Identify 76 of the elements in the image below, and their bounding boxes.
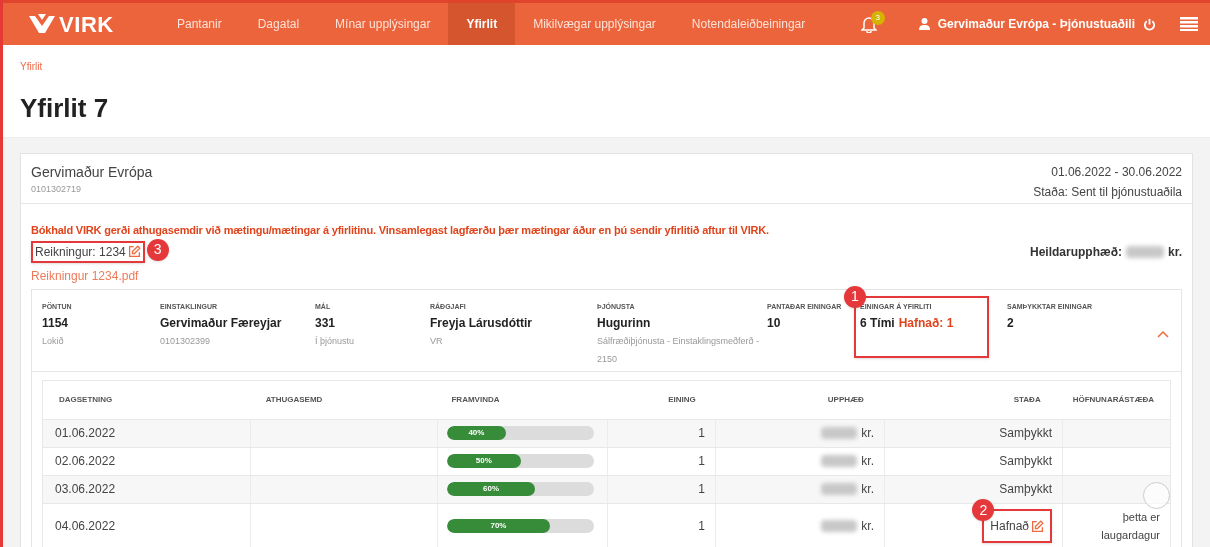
summary-subtext: Sálfræðiþjónusta - Einstaklingsmeðferð - 2150 <box>597 335 761 366</box>
unit-cell-text: 1 <box>698 518 705 535</box>
currency-text: kr. <box>861 518 874 535</box>
menu-icon[interactable] <box>1180 17 1198 31</box>
logo-icon <box>29 14 55 34</box>
nav-tab[interactable]: Pantanir <box>159 3 240 45</box>
annotation-number: 3 <box>146 238 169 261</box>
redacted-amount <box>821 520 858 532</box>
currency-text: kr. <box>861 425 874 442</box>
summary-value: Hugurinn <box>597 316 651 330</box>
currency-text: kr. <box>861 453 874 470</box>
column-header: FRAMVINDA <box>451 394 500 404</box>
summary-subtext: Í þjónustu <box>315 335 356 348</box>
rejected-count: Hafnað: 1 <box>898 316 954 330</box>
date-cell-text: 04.06.2022 <box>55 518 116 535</box>
progress-fill: 70% <box>447 519 550 533</box>
redacted-amount <box>1126 245 1164 258</box>
power-icon[interactable] <box>1143 17 1156 31</box>
period-text: 01.06.2022 - 30.06.2022 <box>1050 164 1182 181</box>
notification-badge: 3 <box>870 10 885 25</box>
redacted-amount <box>821 427 858 439</box>
nav-tab[interactable]: Mínar upplýsingar <box>317 3 449 45</box>
summary-value: 10 <box>767 316 781 330</box>
page-title: Yfirlit 7 <box>20 92 110 125</box>
progress-fill: 40% <box>447 426 506 440</box>
redacted-amount <box>821 483 858 495</box>
redacted-amount <box>821 455 858 467</box>
summary-subtext: VR <box>430 335 444 348</box>
invoice-file-link[interactable]: Reikningur 1234.pdf <box>31 268 139 283</box>
warning-message: Bókhald VIRK gerði athugasemdir við mætingu/mætingar á yfirlitinu. Vinsamlegast lagfærðu þær mætingar áður en þú sendir yfirlitið aftur til VIRK. <box>31 223 770 238</box>
user-icon <box>918 18 930 30</box>
nav-tab[interactable]: Yfirlit <box>448 3 516 45</box>
summary-value: 1154 <box>42 316 69 330</box>
user-menu[interactable]: Gervimaður Evrópa - Þjónustuaðili <box>937 15 1135 33</box>
invoice-number: Reikningur: 1234 <box>35 243 126 261</box>
unit-cell-text: 1 <box>698 453 705 470</box>
status-cell-text: Samþykkt <box>999 453 1052 470</box>
breadcrumb-link[interactable]: Yfirlit <box>20 61 43 72</box>
nav-tab[interactable]: Dagatal <box>239 3 318 45</box>
summary-subtext: 0101302399 <box>160 335 212 348</box>
rejection-reason: þetta er laugardagur <box>1100 510 1160 543</box>
date-cell-text: 01.06.2022 <box>55 425 116 442</box>
total-label: Heildarupphæð: <box>1030 243 1122 261</box>
date-cell-text: 02.06.2022 <box>55 453 116 470</box>
progress-fill: 50% <box>447 454 521 468</box>
column-header: EINING <box>668 394 696 404</box>
unit-cell-text: 1 <box>698 425 705 442</box>
status-text: Staða: Sent til þjónustuaðila <box>1033 184 1182 201</box>
logo-text: VIRK <box>59 10 114 39</box>
column-header: HÖFNUNARÁSTÆÐA <box>1072 394 1154 404</box>
bell-icon[interactable] <box>860 15 877 33</box>
progress-fill: 60% <box>447 482 536 496</box>
status-cell-text: Samþykkt <box>999 425 1052 442</box>
nav-tab[interactable]: Mikilvægar upplýsingar <box>515 3 674 45</box>
column-header: STAÐA <box>1013 394 1041 404</box>
summary-value: 2 <box>1007 316 1014 330</box>
date-cell-text: 03.06.2022 <box>55 481 116 498</box>
total-currency: kr. <box>1168 243 1182 261</box>
edit-icon[interactable] <box>127 245 141 258</box>
chevron-up-icon[interactable] <box>1157 329 1169 338</box>
person-id: 0101302719 <box>31 183 83 196</box>
annotation-number: 2 <box>972 499 995 521</box>
currency-text: kr. <box>861 481 874 498</box>
edit-icon[interactable] <box>1031 519 1044 533</box>
unit-cell-text: 1 <box>698 481 705 498</box>
summary-value: Freyja Lárusdóttir <box>430 316 533 330</box>
summary-value: Gervimaður Færeyjar <box>160 316 282 330</box>
column-header: ATHUGASEMD <box>265 394 323 404</box>
summary-subtext: Lokið <box>42 335 65 348</box>
column-header: DAGSETNING <box>59 394 113 404</box>
status-cell-text: Samþykkt <box>999 481 1052 498</box>
summary-value: 331 <box>315 316 336 330</box>
summary-value: 6 Tími <box>860 316 895 330</box>
nav-tab[interactable]: Notendaleiðbeiningar <box>673 3 824 45</box>
column-header: UPPHÆÐ <box>827 394 864 404</box>
person-name: Gervimaður Evrópa <box>31 163 153 182</box>
